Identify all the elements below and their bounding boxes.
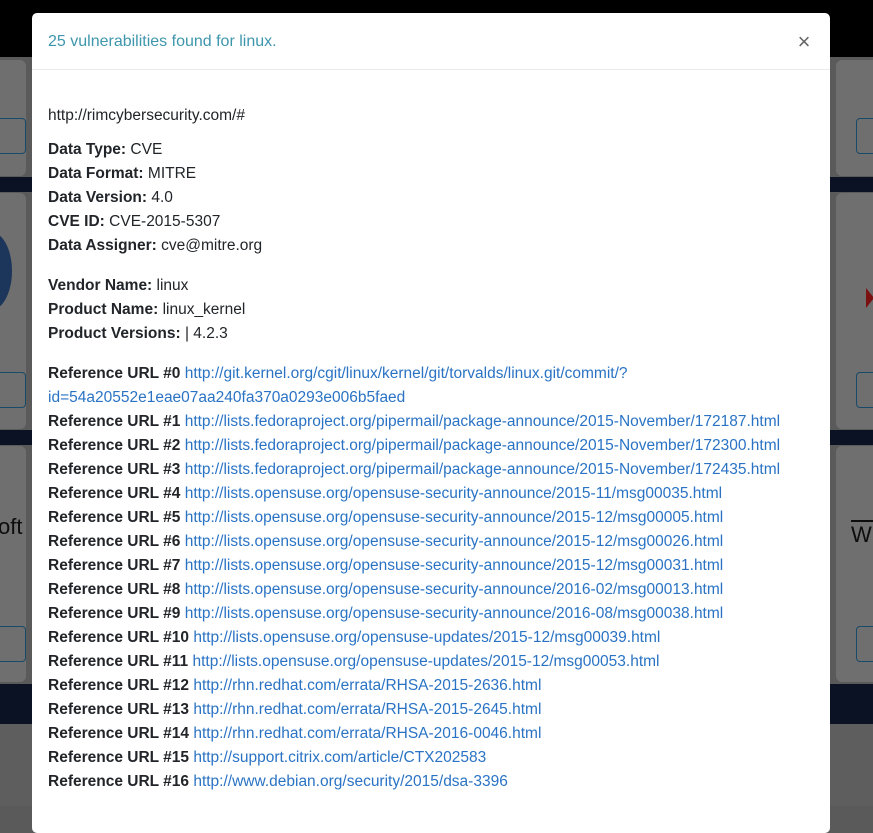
site-url: http://rimcybersecurity.com/# bbox=[48, 107, 245, 124]
reference-link[interactable]: http://lists.opensuse.org/opensuse-secur… bbox=[185, 557, 724, 574]
reference-label: Reference URL #10 bbox=[48, 629, 190, 646]
reference-row: Reference URL #0 http://git.kernel.org/c… bbox=[48, 362, 814, 410]
reference-label: Reference URL #16 bbox=[48, 773, 190, 790]
data-type-row: Data Type: CVE bbox=[48, 138, 814, 162]
field-label: Data Assigner: bbox=[48, 237, 157, 254]
reference-row: Reference URL #11 http://lists.opensuse.… bbox=[48, 650, 814, 674]
reference-link[interactable]: http://lists.opensuse.org/opensuse-updat… bbox=[193, 629, 660, 646]
background-button bbox=[0, 372, 26, 408]
reference-link[interactable]: http://lists.opensuse.org/opensuse-secur… bbox=[185, 533, 724, 550]
field-value: linux_kernel bbox=[162, 301, 246, 318]
reference-row: Reference URL #7 http://lists.opensuse.o… bbox=[48, 554, 814, 578]
background-button bbox=[856, 626, 873, 662]
reference-link[interactable]: http://lists.fedoraproject.org/pipermail… bbox=[185, 437, 780, 454]
reference-row: Reference URL #13 http://rhn.redhat.com/… bbox=[48, 698, 814, 722]
reference-row: Reference URL #5 http://lists.opensuse.o… bbox=[48, 506, 814, 530]
reference-label: Reference URL #7 bbox=[48, 557, 181, 574]
reference-label: Reference URL #14 bbox=[48, 725, 190, 742]
field-label: Data Version: bbox=[48, 189, 148, 206]
background-button bbox=[0, 626, 26, 662]
reference-link[interactable]: http://lists.fedoraproject.org/pipermail… bbox=[185, 413, 780, 430]
reference-link[interactable]: http://www.debian.org/security/2015/dsa-… bbox=[193, 773, 508, 790]
reference-link[interactable]: http://lists.opensuse.org/opensuse-secur… bbox=[185, 605, 724, 622]
reference-row: Reference URL #2 http://lists.fedoraproj… bbox=[48, 434, 814, 458]
product-versions-row: Product Versions: | 4.2.3 bbox=[48, 322, 814, 346]
reference-row: Reference URL #16 http://www.debian.org/… bbox=[48, 770, 814, 794]
reference-row: Reference URL #12 http://rhn.redhat.com/… bbox=[48, 674, 814, 698]
background-logo bbox=[866, 288, 873, 308]
field-value: CVE bbox=[130, 141, 163, 158]
background-card-text: WI bbox=[851, 522, 873, 547]
reference-label: Reference URL #1 bbox=[48, 413, 181, 430]
vendor-name-row: Vendor Name: linux bbox=[48, 274, 814, 298]
reference-label: Reference URL #13 bbox=[48, 701, 190, 718]
field-label: Vendor Name: bbox=[48, 277, 153, 294]
field-label: CVE ID: bbox=[48, 213, 105, 230]
reference-link[interactable]: http://lists.opensuse.org/opensuse-updat… bbox=[192, 653, 659, 670]
reference-label: Reference URL #15 bbox=[48, 749, 190, 766]
reference-link[interactable]: http://rhn.redhat.com/errata/RHSA-2016-0… bbox=[193, 725, 541, 742]
background-card-text: oft bbox=[0, 514, 23, 539]
field-label: Data Type: bbox=[48, 141, 127, 158]
reference-label: Reference URL #4 bbox=[48, 485, 181, 502]
background-button bbox=[0, 118, 26, 154]
field-value: CVE-2015-5307 bbox=[109, 213, 221, 230]
reference-label: Reference URL #5 bbox=[48, 509, 181, 526]
modal-title: 25 vulnerabilities found for linux. bbox=[48, 33, 277, 50]
reference-link[interactable]: http://lists.opensuse.org/opensuse-secur… bbox=[185, 581, 724, 598]
reference-link[interactable]: http://lists.opensuse.org/opensuse-secur… bbox=[185, 509, 724, 526]
reference-label: Reference URL #11 bbox=[48, 653, 189, 670]
cve-metadata: Data Type: CVE Data Format: MITRE Data V… bbox=[48, 138, 814, 258]
reference-label: Reference URL #6 bbox=[48, 533, 181, 550]
field-value: linux bbox=[156, 277, 189, 294]
reference-label: Reference URL #3 bbox=[48, 461, 181, 478]
reference-row: Reference URL #9 http://lists.opensuse.o… bbox=[48, 602, 814, 626]
background-button bbox=[856, 372, 873, 408]
reference-link[interactable]: http://rhn.redhat.com/errata/RHSA-2015-2… bbox=[193, 677, 541, 694]
reference-label: Reference URL #0 bbox=[48, 365, 181, 382]
reference-row: Reference URL #4 http://lists.opensuse.o… bbox=[48, 482, 814, 506]
reference-row: Reference URL #3 http://lists.fedoraproj… bbox=[48, 458, 814, 482]
field-value: cve@mitre.org bbox=[161, 237, 263, 254]
modal-header: 25 vulnerabilities found for linux. × bbox=[32, 13, 830, 70]
field-value: | 4.2.3 bbox=[184, 325, 228, 342]
field-label: Data Format: bbox=[48, 165, 144, 182]
reference-label: Reference URL #8 bbox=[48, 581, 181, 598]
reference-link[interactable]: http://lists.fedoraproject.org/pipermail… bbox=[185, 461, 780, 478]
reference-row: Reference URL #1 http://lists.fedoraproj… bbox=[48, 410, 814, 434]
data-version-row: Data Version: 4.0 bbox=[48, 186, 814, 210]
product-info: Vendor Name: linux Product Name: linux_k… bbox=[48, 274, 814, 346]
reference-label: Reference URL #2 bbox=[48, 437, 181, 454]
reference-list: Reference URL #0 http://git.kernel.org/c… bbox=[48, 362, 814, 794]
reference-row: Reference URL #8 http://lists.opensuse.o… bbox=[48, 578, 814, 602]
reference-link[interactable]: http://rhn.redhat.com/errata/RHSA-2015-2… bbox=[193, 701, 541, 718]
reference-link[interactable]: http://lists.opensuse.org/opensuse-secur… bbox=[185, 485, 722, 502]
reference-row: Reference URL #15 http://support.citrix.… bbox=[48, 746, 814, 770]
reference-link[interactable]: http://support.citrix.com/article/CTX202… bbox=[193, 749, 486, 766]
field-value: 4.0 bbox=[151, 189, 173, 206]
background-button bbox=[856, 118, 873, 154]
reference-row: Reference URL #14 http://rhn.redhat.com/… bbox=[48, 722, 814, 746]
close-icon[interactable]: × bbox=[795, 29, 813, 55]
vulnerabilities-modal: 25 vulnerabilities found for linux. × ht… bbox=[32, 13, 830, 833]
reference-row: Reference URL #10 http://lists.opensuse.… bbox=[48, 626, 814, 650]
reference-label: Reference URL #9 bbox=[48, 605, 181, 622]
field-value: MITRE bbox=[147, 165, 197, 182]
cve-id-row: CVE ID: CVE-2015-5307 bbox=[48, 210, 814, 234]
modal-body: http://rimcybersecurity.com/# Data Type:… bbox=[32, 70, 830, 794]
data-format-row: Data Format: MITRE bbox=[48, 162, 814, 186]
data-assigner-row: Data Assigner: cve@mitre.org bbox=[48, 234, 814, 258]
reference-row: Reference URL #6 http://lists.opensuse.o… bbox=[48, 530, 814, 554]
field-label: Product Name: bbox=[48, 301, 159, 318]
product-name-row: Product Name: linux_kernel bbox=[48, 298, 814, 322]
reference-link[interactable]: http://git.kernel.org/cgit/linux/kernel/… bbox=[185, 365, 628, 382]
field-label: Product Versions: bbox=[48, 325, 181, 342]
reference-label: Reference URL #12 bbox=[48, 677, 190, 694]
reference-link-continued[interactable]: id=54a20552e1eae07aa240fa370a0293e006b5f… bbox=[48, 389, 405, 406]
